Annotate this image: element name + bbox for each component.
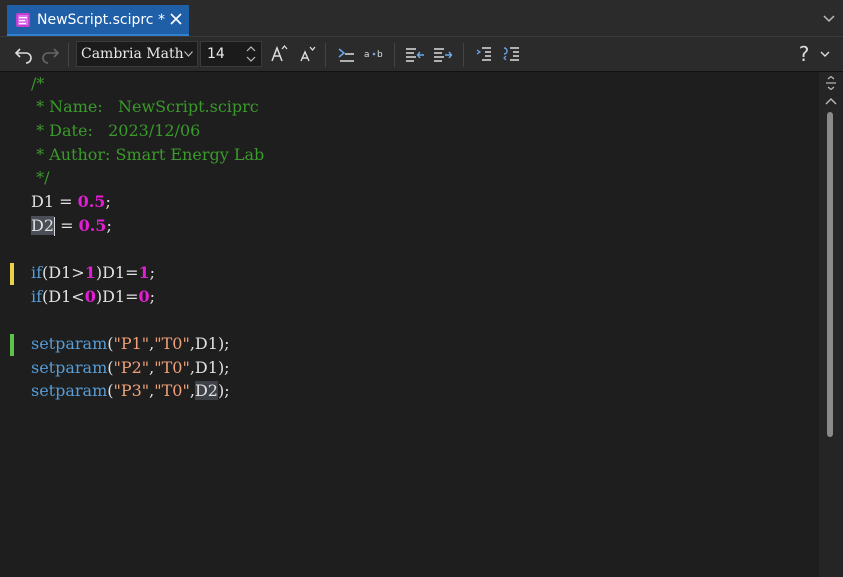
comment-button[interactable] — [472, 43, 496, 65]
code-line-5: */ — [31, 168, 50, 187]
chevron-up-icon[interactable] — [825, 97, 837, 105]
svg-text:b: b — [377, 50, 383, 60]
increase-font-button[interactable] — [268, 43, 290, 65]
code-line-13: setparam("P2","T0",D1); — [31, 358, 230, 377]
gutter-modified-marker — [10, 263, 14, 285]
code-line-1: /* — [31, 74, 45, 93]
tab-bar: NewScript.sciprc * — [0, 0, 843, 36]
tab-newscript[interactable]: NewScript.sciprc * — [7, 5, 189, 34]
indent-right-icon — [434, 48, 453, 62]
tab-title: NewScript.sciprc * — [37, 11, 165, 28]
code-editor[interactable]: /* * Name: NewScript.sciprc * Date: 2023… — [0, 72, 819, 577]
code-line-10: if(D1<0)D1=0; — [31, 287, 156, 306]
redo-icon — [42, 48, 60, 64]
toolbar-separator — [463, 43, 464, 67]
spinner-arrows-icon[interactable] — [245, 44, 257, 64]
decrease-font-button[interactable] — [296, 43, 318, 65]
redo-button[interactable] — [38, 43, 62, 65]
chevron-down-icon[interactable] — [823, 12, 835, 24]
chevron-down-icon — [184, 51, 193, 57]
outdent-icon — [406, 48, 424, 62]
svg-text:a: a — [364, 50, 370, 60]
close-icon[interactable] — [169, 12, 183, 26]
chevron-down-icon — [820, 51, 830, 57]
help-button[interactable]: ? — [794, 42, 814, 66]
decrease-font-icon — [300, 46, 316, 62]
vertical-scrollbar[interactable] — [819, 72, 843, 577]
toolbar-separator — [325, 43, 326, 67]
code-line-2: * Name: NewScript.sciprc — [31, 97, 259, 116]
split-view-icon[interactable] — [825, 76, 837, 90]
script-file-icon — [16, 12, 30, 27]
toolbar-separator — [394, 43, 395, 67]
code-line-9: if(D1>1)D1=1; — [31, 263, 156, 282]
code-line-14: setparam("P3","T0",D2); — [31, 381, 230, 400]
align-left-button[interactable] — [403, 43, 427, 65]
font-size-value: 14 — [207, 46, 225, 62]
uncomment-lines-icon — [503, 47, 519, 61]
format-operator-icon: a b — [364, 50, 383, 60]
gutter-saved-marker — [10, 334, 14, 356]
code-line-6: D1 = 0.5; — [31, 192, 111, 211]
align-right-button[interactable] — [431, 43, 455, 65]
toolbar-separator — [68, 43, 69, 67]
toolbar-more-button[interactable] — [818, 43, 832, 65]
increase-font-icon — [271, 44, 288, 62]
code-line-7: D2 = 0.5; — [31, 216, 112, 236]
indent-button[interactable] — [334, 43, 358, 65]
toolbar: Cambria Math 14 a b ? — [0, 36, 843, 72]
font-family-select[interactable]: Cambria Math — [76, 41, 198, 67]
scrollbar-thumb[interactable] — [827, 112, 833, 437]
code-line-3: * Date: 2023/12/06 — [31, 121, 201, 140]
code-line-12: setparam("P1","T0",D1); — [31, 334, 230, 353]
font-family-value: Cambria Math — [81, 46, 184, 62]
undo-icon — [14, 48, 32, 64]
undo-button[interactable] — [12, 43, 36, 65]
code-line-4: * Author: Smart Energy Lab — [31, 145, 265, 164]
font-size-spinner[interactable]: 14 — [200, 41, 262, 67]
indent-icon — [338, 48, 354, 62]
uncomment-button[interactable] — [500, 43, 524, 65]
format-button[interactable]: a b — [362, 43, 386, 65]
help-label: ? — [798, 42, 810, 66]
comment-lines-icon — [476, 47, 491, 61]
